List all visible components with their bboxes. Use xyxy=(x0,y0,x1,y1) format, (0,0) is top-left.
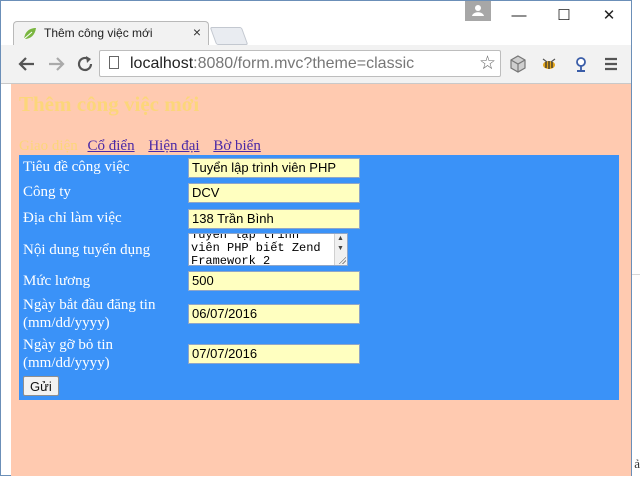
extension-bee-icon[interactable] xyxy=(539,54,559,74)
browser-toolbar: localhost:8080/form.mvc?theme=classic ☆ xyxy=(1,45,631,84)
theme-link-modern[interactable]: Hiện đại xyxy=(148,138,199,154)
extension-cube-icon[interactable] xyxy=(508,54,528,74)
start-date-label-line1: Ngày bắt đầu đăng tin xyxy=(23,297,156,313)
salary-input[interactable]: 500 xyxy=(188,271,360,291)
company-input[interactable]: DCV xyxy=(188,183,360,203)
browser-window: Thêm công việc mới × — ☐ ✕ localhost:808… xyxy=(0,0,632,476)
back-icon[interactable] xyxy=(15,52,39,76)
desktop-background-text: ả xyxy=(634,456,640,471)
url-text[interactable]: localhost:8080/form.mvc?theme=classic xyxy=(130,55,414,73)
start-date-input[interactable]: 06/07/2016 xyxy=(188,304,360,324)
submit-button[interactable]: Gửi xyxy=(23,376,59,396)
address-label: Địa chỉ làm việc xyxy=(23,210,122,226)
resize-grip-icon[interactable] xyxy=(338,256,346,264)
job-title-label: Tiêu đề công việc xyxy=(23,159,130,175)
extension-badge-icon[interactable] xyxy=(571,54,591,74)
minimize-button[interactable]: — xyxy=(497,5,541,27)
start-date-label: Ngày bắt đầu đăng tin (mm/dd/yyyy) xyxy=(23,296,155,332)
end-date-label-line2: (mm/dd/yyyy) xyxy=(23,355,110,371)
maximize-button[interactable]: ☐ xyxy=(542,5,586,27)
end-date-label-line1: Ngày gỡ bỏ tin xyxy=(23,337,114,353)
forward-icon[interactable] xyxy=(44,52,68,76)
job-title-input[interactable]: Tuyển lập trình viên PHP xyxy=(188,158,360,178)
browser-tab[interactable]: Thêm công việc mới × xyxy=(13,21,209,45)
menu-icon[interactable] xyxy=(601,54,621,74)
theme-selector: Giao diện Cổ điển Hiện đại Bờ biển xyxy=(19,138,271,155)
page-title: Thêm công việc mới xyxy=(19,92,200,116)
content-textarea[interactable]: Tuyển lập trình viên PHP biết Zend Frame… xyxy=(188,233,348,266)
leaf-favicon-icon xyxy=(23,28,36,40)
bookmark-star-icon[interactable]: ☆ xyxy=(479,52,496,75)
theme-label: Giao diện xyxy=(19,138,78,154)
theme-link-coast[interactable]: Bờ biển xyxy=(213,138,261,154)
address-bar[interactable]: localhost:8080/form.mvc?theme=classic ☆ xyxy=(99,50,501,77)
salary-label: Mức lương xyxy=(23,273,91,289)
user-icon[interactable] xyxy=(465,1,491,21)
tab-close-icon[interactable]: × xyxy=(193,24,201,40)
scroll-down-icon[interactable]: ▼ xyxy=(337,245,344,252)
end-date-label: Ngày gỡ bỏ tin (mm/dd/yyyy) xyxy=(23,336,113,372)
reload-icon[interactable] xyxy=(73,52,97,76)
content-textarea-text: Tuyển lập trình viên PHP biết Zend Frame… xyxy=(191,233,321,266)
start-date-label-line2: (mm/dd/yyyy) xyxy=(23,315,110,331)
page-content: Thêm công việc mới Giao diện Cổ điển Hiệ… xyxy=(11,84,631,476)
scroll-up-icon[interactable]: ▲ xyxy=(337,235,344,242)
job-form: Tiêu đề công việc Tuyển lập trình viên P… xyxy=(19,155,619,400)
tab-title: Thêm công việc mới xyxy=(44,26,153,40)
page-icon xyxy=(109,56,119,69)
company-label: Công ty xyxy=(23,184,71,200)
close-window-button[interactable]: ✕ xyxy=(587,5,631,27)
new-tab-button[interactable] xyxy=(209,27,249,45)
theme-link-classic[interactable]: Cổ điển xyxy=(87,138,134,154)
end-date-input[interactable]: 07/07/2016 xyxy=(188,344,360,364)
address-input[interactable]: 138 Trần Bình xyxy=(188,209,360,229)
title-bar: Thêm công việc mới × — ☐ ✕ xyxy=(1,1,631,45)
content-label: Nội dung tuyển dụng xyxy=(23,242,151,258)
